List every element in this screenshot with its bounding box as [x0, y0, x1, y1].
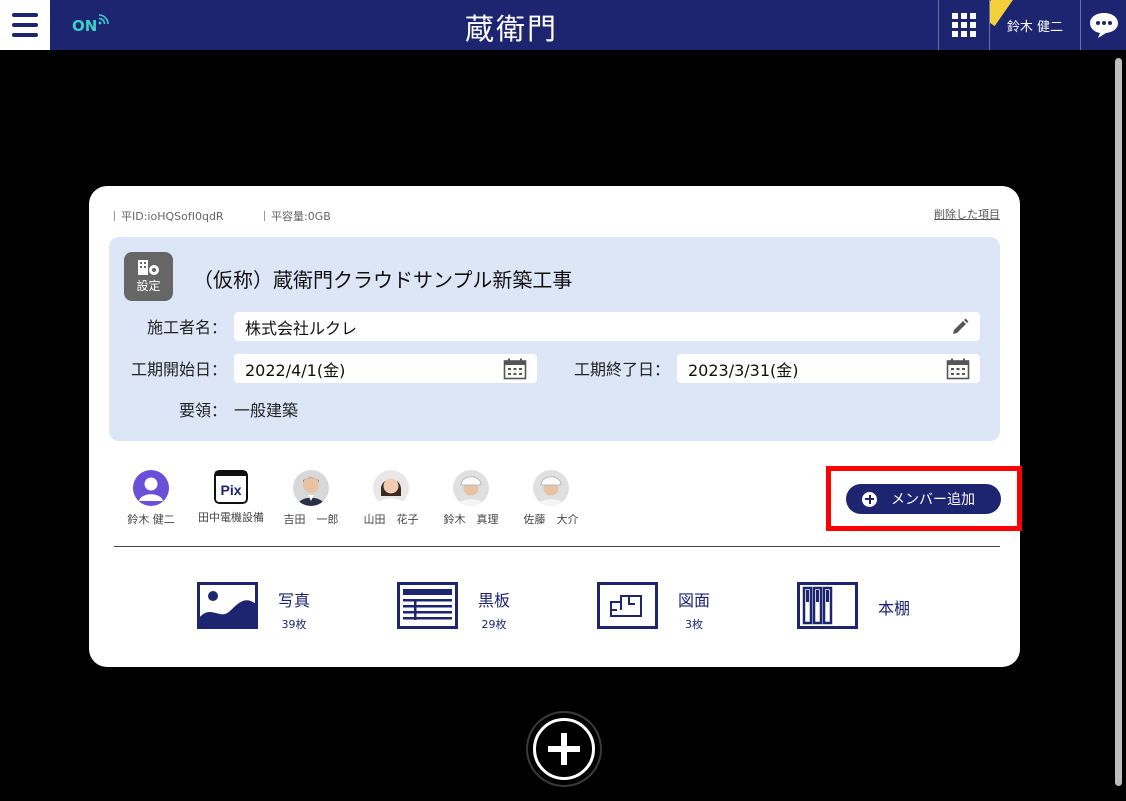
user-name: 鈴木 健二 [1006, 19, 1064, 35]
floor-plan-icon [597, 582, 658, 629]
member-avatar[interactable]: 鈴木 健二 [111, 470, 191, 527]
category-label: 写真 [278, 591, 311, 610]
category-blackboards[interactable]: 黒板 29枚 [397, 582, 510, 632]
member-name: 鈴木 健二 [127, 513, 175, 526]
chat-button[interactable] [1080, 0, 1126, 50]
category-count: 39枚 [281, 618, 307, 631]
plus-circle-icon [862, 491, 877, 507]
project-info-panel: 設定 （仮称）蔵衛門クラウドサンプル新築工事 施工者名： 株式会社ルクレ 工期開… [109, 237, 1000, 441]
category-photos[interactable]: 写真 39枚 [197, 582, 310, 632]
signal-icon [98, 14, 110, 25]
add-member-label: メンバー追加 [891, 492, 975, 508]
member-name: 吉田 一郎 [283, 513, 339, 526]
member-avatar[interactable]: Pix 田中電機設備 [191, 470, 271, 525]
end-date-value: 2023/3/31(金) [688, 360, 799, 380]
contractor-field[interactable]: 株式会社ルクレ [234, 312, 980, 341]
category-label: 図面 [678, 591, 711, 610]
plus-icon [533, 718, 595, 780]
pencil-edit-icon[interactable] [950, 317, 970, 337]
menu-icon-bar [12, 13, 38, 17]
guideline-value: 一般建築 [234, 401, 299, 420]
building-gear-icon [137, 260, 159, 275]
category-bookshelf[interactable]: 本棚 [797, 582, 910, 632]
pix-logo-icon: Pix [214, 470, 248, 504]
deleted-items-link[interactable]: 削除した項目 [934, 206, 1000, 222]
category-drawings[interactable]: 図面 3枚 [597, 582, 710, 632]
category-count: 29枚 [481, 618, 507, 631]
app-logo[interactable]: 蔵衛門 [465, 6, 558, 48]
svg-text:Pix: Pix [220, 482, 241, 498]
end-date-label: 工期終了日： [573, 360, 670, 379]
settings-label: 設定 [136, 279, 161, 293]
scrollbar-thumb[interactable] [1115, 58, 1122, 786]
apps-grid-icon [952, 13, 976, 37]
member-photo [293, 470, 329, 506]
photo-icon [197, 582, 258, 629]
category-count: 3枚 [685, 618, 703, 631]
member-name: 佐藤 大介 [523, 513, 579, 526]
calendar-icon[interactable] [946, 358, 970, 380]
section-divider [114, 546, 1000, 547]
contractor-label: 施工者名： [146, 318, 227, 337]
connection-status: ON [72, 14, 110, 35]
guideline-label: 要領： [178, 401, 227, 420]
project-title: （仮称）蔵衛門クラウドサンプル新築工事 [193, 268, 573, 292]
apps-grid-button[interactable] [938, 0, 989, 50]
add-member-button[interactable]: メンバー追加 [846, 484, 1001, 514]
start-date-label: 工期開始日： [130, 360, 227, 379]
project-settings-button[interactable]: 設定 [124, 252, 173, 301]
blackboard-icon [397, 582, 458, 629]
member-avatar[interactable]: 吉田 一郎 [271, 470, 351, 527]
end-date-field[interactable]: 2023/3/31(金) [677, 354, 980, 383]
category-label: 本棚 [878, 599, 911, 618]
member-name: 田中電機設備 [198, 511, 264, 524]
member-avatar[interactable]: 佐藤 大介 [511, 470, 591, 527]
menu-icon-bar [12, 33, 38, 37]
member-avatar[interactable]: 鈴木 真理 [431, 470, 511, 527]
connection-status-label: ON [72, 17, 98, 35]
contractor-value: 株式会社ルクレ [245, 318, 358, 338]
user-menu-button[interactable]: 鈴木 健二 [989, 0, 1080, 50]
member-photo [373, 470, 409, 506]
start-date-value: 2022/4/1(金) [245, 360, 346, 380]
calendar-icon[interactable] [503, 358, 527, 380]
member-photo [533, 470, 569, 506]
default-user-icon [133, 470, 169, 506]
top-header: ON 蔵衛門 鈴木 健二 [0, 0, 1126, 50]
start-date-field[interactable]: 2022/4/1(金) [234, 354, 537, 383]
chat-bubble-icon [1090, 13, 1118, 38]
project-id: 平ID:ioHQSofI0qdR [114, 208, 224, 224]
project-card: 平ID:ioHQSofI0qdR 平容量:0GB 削除した項目 設定 （仮称）蔵… [89, 186, 1022, 667]
member-name: 山田 花子 [363, 513, 419, 526]
project-capacity: 平容量:0GB [264, 208, 331, 224]
menu-icon-bar [12, 23, 38, 27]
bookshelf-icon [797, 582, 858, 629]
member-avatar[interactable]: 山田 花子 [351, 470, 431, 527]
category-label: 黒板 [478, 591, 511, 610]
member-name: 鈴木 真理 [443, 513, 499, 526]
hamburger-menu-button[interactable] [0, 0, 50, 50]
add-project-fab[interactable] [528, 713, 600, 785]
page-scrollbar[interactable] [1114, 58, 1122, 792]
member-photo [453, 470, 489, 506]
